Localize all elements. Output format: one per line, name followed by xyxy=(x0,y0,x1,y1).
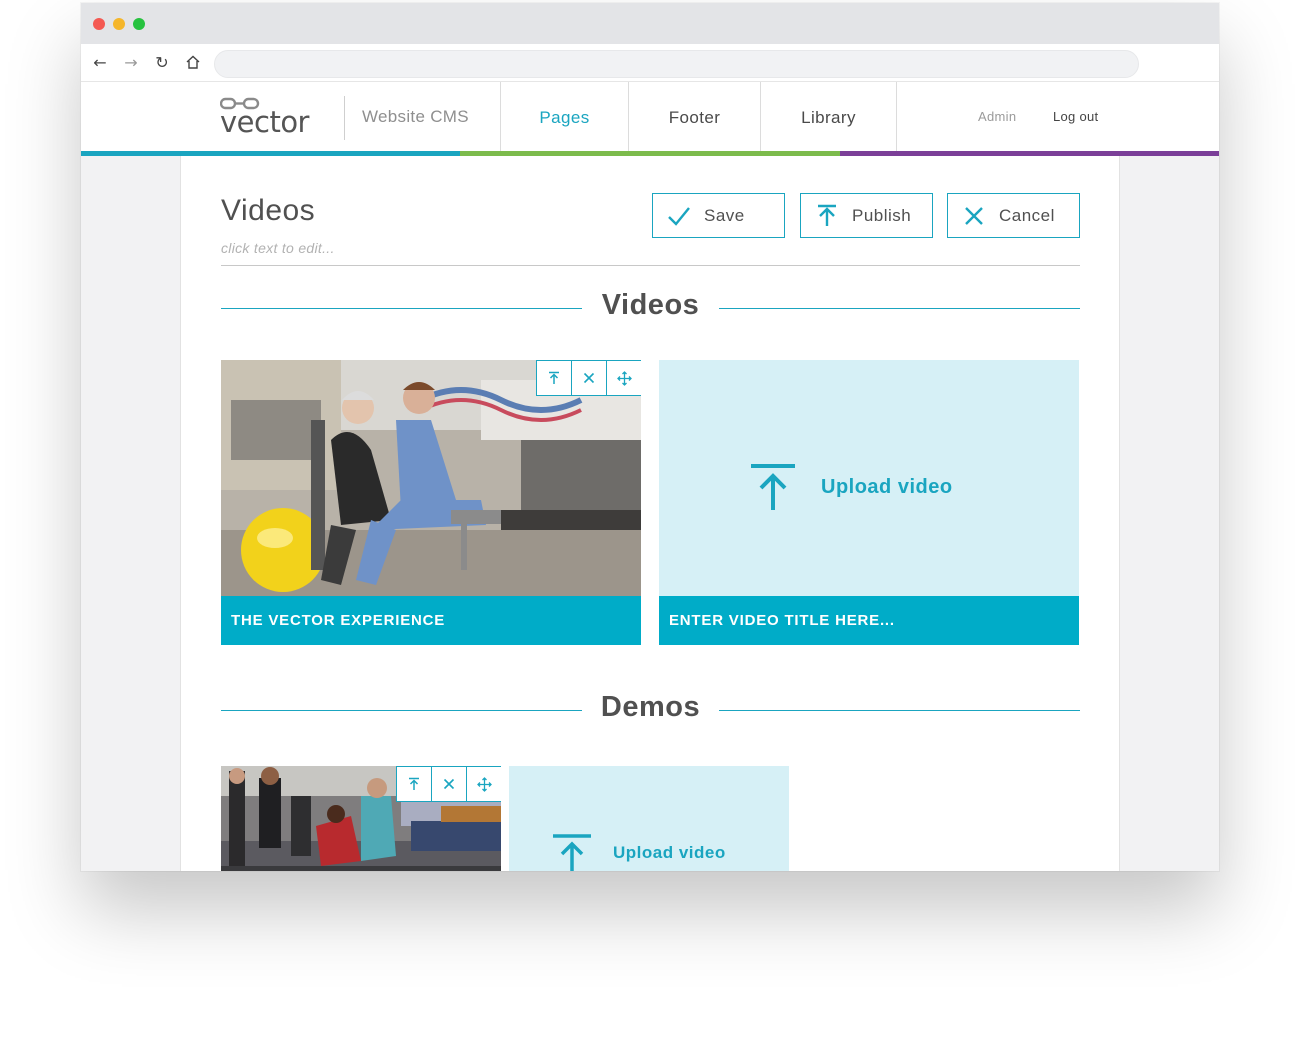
vector-logo[interactable]: vector xyxy=(219,96,328,139)
browser-toolbar: ← → ↻ xyxy=(81,44,1219,82)
move-demo-button[interactable] xyxy=(467,767,501,801)
delete-demo-button[interactable] xyxy=(432,767,467,801)
admin-label: Admin xyxy=(978,109,1017,124)
logo-wordmark: vector xyxy=(220,105,310,136)
tab-library[interactable]: Library xyxy=(761,82,897,154)
move-video-button[interactable] xyxy=(607,361,641,395)
maximize-window-button[interactable] xyxy=(133,18,145,30)
upload-arrow-icon xyxy=(818,204,836,226)
upload-video-label: Upload video xyxy=(821,475,953,498)
logout-link[interactable]: Log out xyxy=(1053,109,1098,124)
upload-demo-button[interactable]: Upload video xyxy=(553,834,726,871)
demo-card xyxy=(221,766,501,871)
move-icon xyxy=(617,370,632,386)
tab-footer[interactable]: Footer xyxy=(629,82,761,154)
replace-icon xyxy=(549,371,559,384)
tile-controls xyxy=(396,766,501,802)
upload-demo-label: Upload video xyxy=(613,843,726,862)
video-card-empty: Upload video ENTER VIDEO TITLE HERE... xyxy=(659,360,1079,645)
delete-video-button[interactable] xyxy=(572,361,607,395)
title-divider xyxy=(221,265,1080,266)
minimize-window-button[interactable] xyxy=(113,18,125,30)
close-icon xyxy=(965,207,983,225)
cancel-button-label: Cancel xyxy=(999,206,1055,225)
home-icon[interactable] xyxy=(184,54,202,72)
logo-divider xyxy=(344,96,345,140)
page-hint: click text to edit... xyxy=(221,240,335,256)
upload-video-button[interactable]: Upload video xyxy=(751,464,953,510)
cancel-button[interactable]: Cancel xyxy=(947,193,1080,238)
heading-rule-right xyxy=(719,308,1080,309)
section-heading-label[interactable]: Demos xyxy=(221,691,1080,724)
tab-pages[interactable]: Pages xyxy=(501,82,629,154)
publish-button[interactable]: Publish xyxy=(800,193,933,238)
move-icon xyxy=(477,776,492,792)
replace-icon xyxy=(409,777,419,790)
delete-icon xyxy=(583,372,595,384)
cms-label: Website CMS xyxy=(362,107,469,126)
video-title[interactable]: THE VECTOR EXPERIENCE xyxy=(221,596,641,645)
section-heading-demos: Demos xyxy=(221,691,1080,731)
browser-titlebar xyxy=(81,3,1219,44)
browser-window: ← → ↻ vector Website CMS Pages Footer Li… xyxy=(81,3,1219,871)
forward-arrow-icon[interactable]: → xyxy=(122,54,140,72)
publish-button-label: Publish xyxy=(852,206,912,225)
reload-icon[interactable]: ↻ xyxy=(153,54,171,72)
heading-rule-right xyxy=(719,710,1080,711)
demo-card-empty: Upload video xyxy=(509,766,789,871)
back-arrow-icon[interactable]: ← xyxy=(91,54,109,72)
save-button[interactable]: Save xyxy=(652,193,785,238)
save-button-label: Save xyxy=(704,206,745,225)
section-heading-label[interactable]: Videos xyxy=(221,289,1080,322)
video-title-input[interactable]: ENTER VIDEO TITLE HERE... xyxy=(659,596,1079,645)
upload-arrow-icon xyxy=(751,464,795,510)
section-heading-videos: Videos xyxy=(221,289,1080,329)
close-window-button[interactable] xyxy=(93,18,105,30)
video-card: THE VECTOR EXPERIENCE xyxy=(221,360,641,645)
page-title[interactable]: Videos xyxy=(221,194,315,228)
replace-video-button[interactable] xyxy=(537,361,572,395)
tile-controls xyxy=(536,360,641,396)
checkmark-icon xyxy=(668,207,690,226)
editor-panel: Videos click text to edit... Save Publis… xyxy=(180,156,1120,871)
delete-icon xyxy=(443,778,455,790)
main-nav: Pages Footer Library xyxy=(500,82,897,154)
replace-demo-button[interactable] xyxy=(397,767,432,801)
upload-arrow-icon xyxy=(553,834,591,871)
app-header: vector Website CMS Pages Footer Library … xyxy=(81,82,1219,154)
address-bar[interactable] xyxy=(214,50,1139,78)
